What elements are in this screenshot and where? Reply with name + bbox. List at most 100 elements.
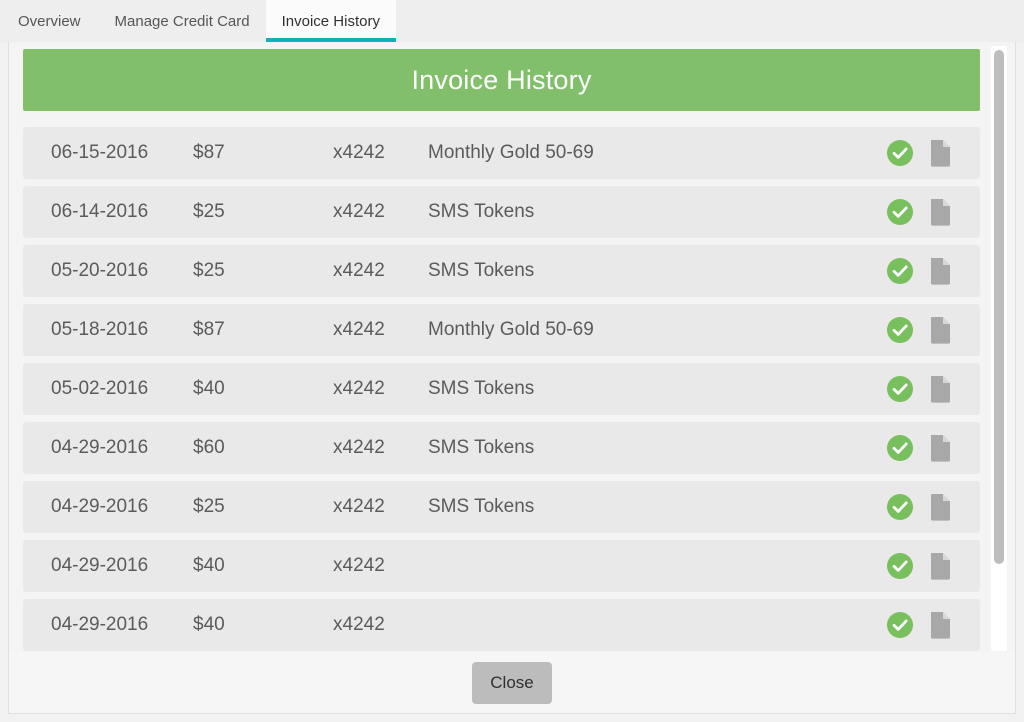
check-circle-icon[interactable] — [887, 199, 913, 225]
status-badge-paid[interactable] — [887, 258, 913, 284]
invoice-amount: $87 — [193, 319, 225, 340]
table-row[interactable]: 04-29-2016 $40 x4242 — [23, 540, 980, 592]
invoice-description: SMS Tokens — [428, 437, 535, 458]
document-icon[interactable] — [929, 375, 952, 403]
invoice-actions — [887, 375, 952, 403]
status-badge-paid[interactable] — [887, 435, 913, 461]
modal-footer: Close — [9, 652, 1015, 713]
invoice-description: Monthly Gold 50-69 — [428, 319, 594, 340]
invoice-actions — [887, 611, 952, 639]
invoice-card: x4242 — [333, 437, 385, 458]
download-invoice-button[interactable] — [929, 552, 952, 580]
table-row[interactable]: 04-29-2016 $25 x4242 SMS Tokens — [23, 481, 980, 533]
invoice-date: 05-18-2016 — [51, 319, 149, 340]
status-badge-paid[interactable] — [887, 494, 913, 520]
check-circle-icon[interactable] — [887, 140, 913, 166]
check-circle-icon[interactable] — [887, 612, 913, 638]
invoice-history-screen: Overview Manage Credit Card Invoice Histor… — [0, 0, 1024, 722]
table-row[interactable]: 05-20-2016 $25 x4242 SMS Tokens — [23, 245, 980, 297]
invoice-actions — [887, 434, 952, 462]
table-row[interactable]: 04-29-2016 $60 x4242 SMS Tokens — [23, 422, 980, 474]
invoice-actions — [887, 198, 952, 226]
download-invoice-button[interactable] — [929, 316, 952, 344]
invoice-date: 04-29-2016 — [51, 555, 149, 576]
status-badge-paid[interactable] — [887, 199, 913, 225]
vertical-scrollbar-thumb[interactable] — [994, 50, 1004, 564]
table-row[interactable]: 06-14-2016 $25 x4242 SMS Tokens — [23, 186, 980, 238]
invoice-table: 06-15-2016 $87 x4242 Monthly Gold 50-69 06-1… — [23, 127, 980, 651]
invoice-card: x4242 — [333, 378, 385, 399]
modal-title: Invoice History — [411, 64, 592, 95]
tab-overview[interactable]: Overview — [0, 0, 99, 42]
download-invoice-button[interactable] — [929, 375, 952, 403]
document-icon[interactable] — [929, 198, 952, 226]
invoice-date: 05-20-2016 — [51, 260, 149, 281]
document-icon[interactable] — [929, 139, 952, 167]
invoice-amount: $40 — [193, 614, 225, 635]
document-icon[interactable] — [929, 611, 952, 639]
invoice-description: SMS Tokens — [428, 260, 535, 281]
table-row[interactable]: 05-02-2016 $40 x4242 SMS Tokens — [23, 363, 980, 415]
check-circle-icon[interactable] — [887, 317, 913, 343]
download-invoice-button[interactable] — [929, 493, 952, 521]
invoice-amount: $40 — [193, 378, 225, 399]
invoice-actions — [887, 493, 952, 521]
modal-header: Invoice History — [23, 49, 980, 111]
invoice-date: 06-14-2016 — [51, 201, 149, 222]
invoice-description: SMS Tokens — [428, 378, 535, 399]
invoice-date: 04-29-2016 — [51, 437, 149, 458]
status-badge-paid[interactable] — [887, 140, 913, 166]
status-badge-paid[interactable] — [887, 317, 913, 343]
download-invoice-button[interactable] — [929, 611, 952, 639]
invoice-card: x4242 — [333, 319, 385, 340]
download-invoice-button[interactable] — [929, 198, 952, 226]
table-row[interactable]: 05-18-2016 $87 x4242 Monthly Gold 50-69 — [23, 304, 980, 356]
vertical-scrollbar-track[interactable] — [991, 46, 1007, 651]
invoice-amount: $87 — [193, 142, 225, 163]
check-circle-icon[interactable] — [887, 494, 913, 520]
invoice-card: x4242 — [333, 496, 385, 517]
invoice-actions — [887, 257, 952, 285]
status-badge-paid[interactable] — [887, 553, 913, 579]
invoice-card: x4242 — [333, 555, 385, 576]
invoice-date: 05-02-2016 — [51, 378, 149, 399]
invoice-date: 04-29-2016 — [51, 614, 149, 635]
tab-bar: Overview Manage Credit Card Invoice Histor… — [0, 0, 1024, 42]
status-badge-paid[interactable] — [887, 612, 913, 638]
invoice-description: SMS Tokens — [428, 496, 535, 517]
check-circle-icon[interactable] — [887, 435, 913, 461]
document-icon[interactable] — [929, 257, 952, 285]
download-invoice-button[interactable] — [929, 434, 952, 462]
invoice-actions — [887, 139, 952, 167]
invoice-description: Monthly Gold 50-69 — [428, 142, 594, 163]
check-circle-icon[interactable] — [887, 553, 913, 579]
invoice-amount: $25 — [193, 260, 225, 281]
check-circle-icon[interactable] — [887, 258, 913, 284]
status-badge-paid[interactable] — [887, 376, 913, 402]
invoice-amount: $25 — [193, 496, 225, 517]
invoice-card: x4242 — [333, 142, 385, 163]
document-icon[interactable] — [929, 493, 952, 521]
invoice-amount: $60 — [193, 437, 225, 458]
invoice-card: x4242 — [333, 614, 385, 635]
invoice-history-modal: Invoice History 06-15-2016 $87 x4242 Monthl… — [8, 42, 1016, 714]
tab-invoice-history[interactable]: Invoice History — [265, 0, 397, 42]
invoice-scroll-area[interactable]: Invoice History 06-15-2016 $87 x4242 Monthl… — [9, 42, 994, 653]
check-circle-icon[interactable] — [887, 376, 913, 402]
document-icon[interactable] — [929, 316, 952, 344]
table-row[interactable]: 06-15-2016 $87 x4242 Monthly Gold 50-69 — [23, 127, 980, 179]
document-icon[interactable] — [929, 434, 952, 462]
invoice-amount: $40 — [193, 555, 225, 576]
invoice-actions — [887, 316, 952, 344]
invoice-date: 06-15-2016 — [51, 142, 149, 163]
download-invoice-button[interactable] — [929, 257, 952, 285]
invoice-amount: $25 — [193, 201, 225, 222]
download-invoice-button[interactable] — [929, 139, 952, 167]
invoice-card: x4242 — [333, 201, 385, 222]
invoice-actions — [887, 552, 952, 580]
invoice-date: 04-29-2016 — [51, 496, 149, 517]
tab-manage-credit-card[interactable]: Manage Credit Card — [99, 0, 266, 42]
table-row[interactable]: 04-29-2016 $40 x4242 — [23, 599, 980, 651]
close-button[interactable]: Close — [472, 661, 552, 704]
document-icon[interactable] — [929, 552, 952, 580]
